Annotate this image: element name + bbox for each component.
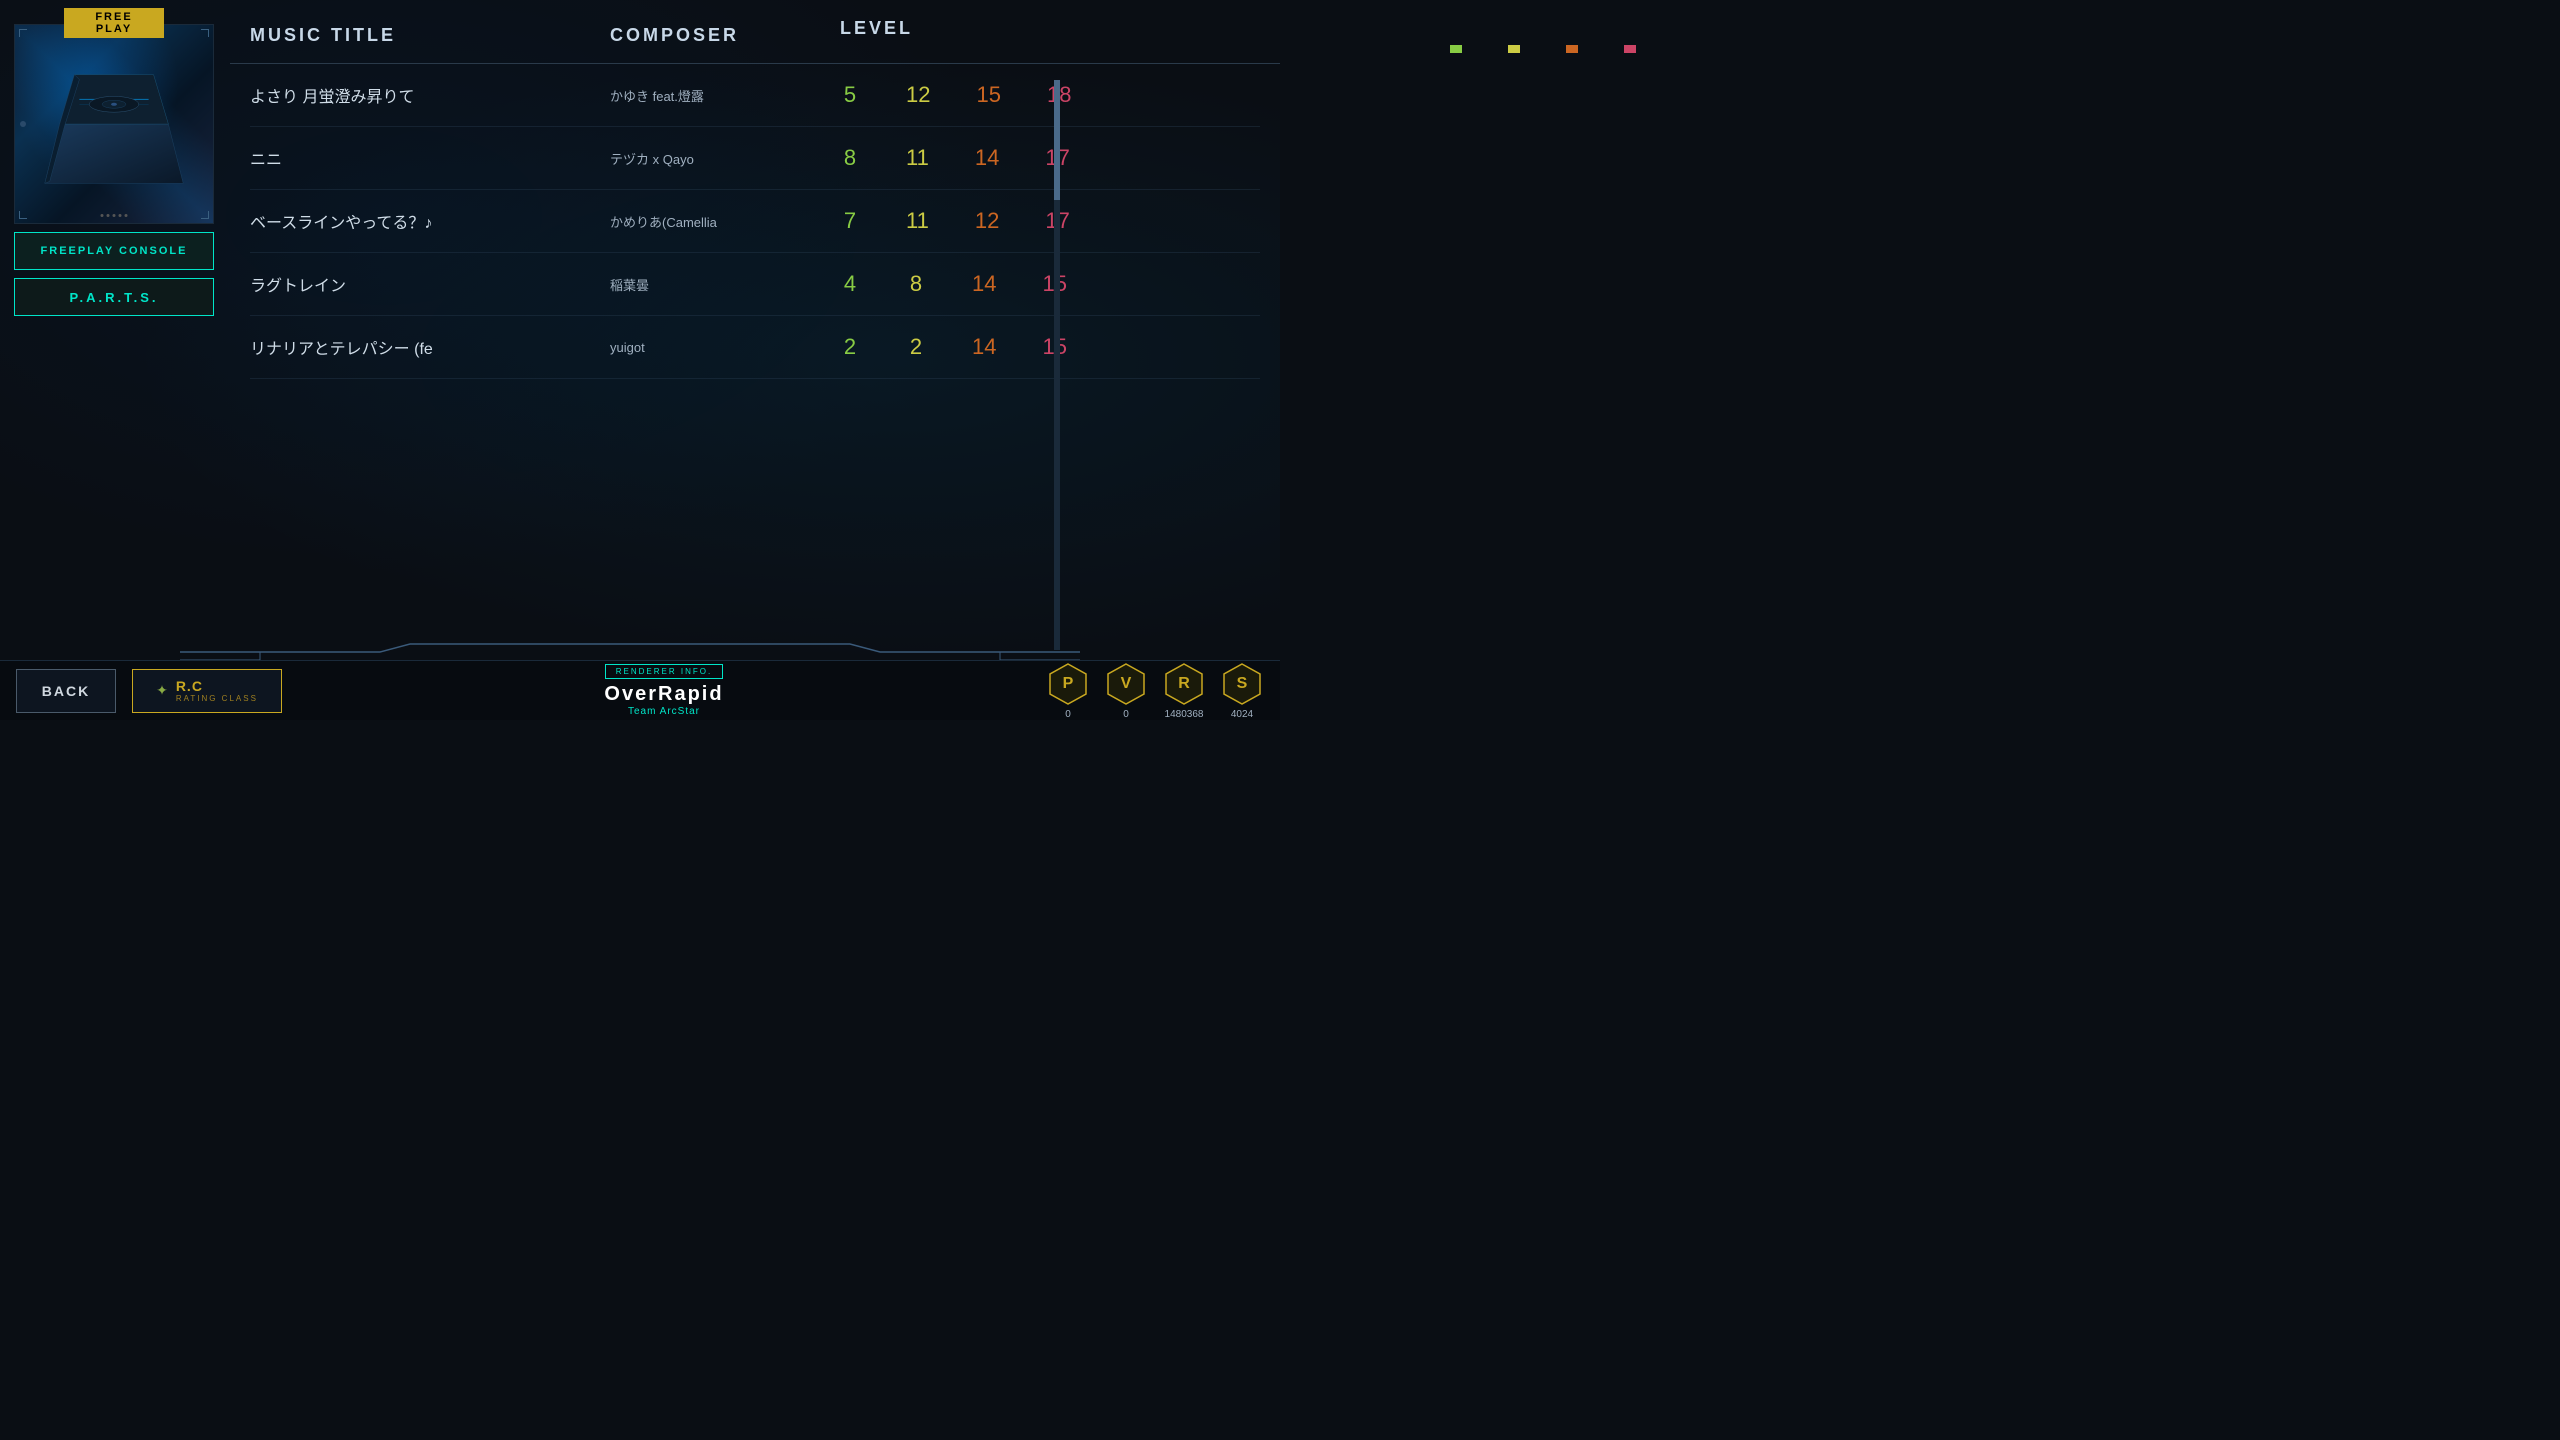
- song-composer-1: かゆき feat.燈露: [610, 86, 840, 105]
- song-title-5: リナリアとテレパシー (fe: [250, 335, 610, 359]
- level-hard-5: 14: [972, 334, 996, 360]
- badge-count-p: 0: [1065, 709, 1071, 720]
- level-hard-2: 14: [975, 145, 999, 171]
- badge-s: S 4024: [1220, 662, 1264, 720]
- column-music-title: MUSIC TITLE: [250, 25, 610, 46]
- side-dot-left: [20, 121, 26, 127]
- badge-v: V 0: [1104, 662, 1148, 720]
- badge-hex-p: P: [1046, 662, 1090, 706]
- level-easy-5: 2: [840, 334, 860, 360]
- badge-p: P 0: [1046, 662, 1090, 720]
- song-levels-4: 4 8 14 15: [840, 271, 1260, 297]
- parts-button[interactable]: P.A.R.T.S.: [14, 278, 214, 316]
- level-dot-pink: [1624, 45, 1636, 53]
- level-normal-3: 11: [906, 208, 929, 234]
- level-easy-3: 7: [840, 208, 860, 234]
- main-content: MUSIC TITLE COMPOSER LEVEL よさり 月蛍澄み昇りて か…: [230, 0, 1280, 660]
- table-header: MUSIC TITLE COMPOSER LEVEL: [230, 0, 1280, 64]
- song-composer-2: テヅカ x Qayo: [610, 149, 840, 168]
- song-levels-1: 5 12 15 18: [840, 82, 1260, 108]
- rc-label: R.C: [176, 678, 203, 694]
- free-play-label: FREE PLAY: [64, 8, 164, 38]
- game-subtitle: Team ArcStar: [628, 706, 700, 717]
- song-row-1[interactable]: よさり 月蛍澄み昇りて かゆき feat.燈露 5 12 15 18: [250, 64, 1260, 127]
- turntable-visual: [25, 45, 203, 213]
- turntable-svg: [25, 44, 203, 214]
- level-hard-3: 12: [975, 208, 999, 234]
- song-title-1: よさり 月蛍澄み昇りて: [250, 83, 610, 107]
- badge-letter-p: P: [1063, 675, 1074, 693]
- level-normal-5: 2: [906, 334, 926, 360]
- level-dot-yellow: [1508, 45, 1520, 53]
- badge-count-r: 1480368: [1165, 709, 1204, 720]
- badge-hex-v: V: [1104, 662, 1148, 706]
- level-hard-1: 15: [976, 82, 1000, 108]
- rating-class-button[interactable]: ✦ R.C RATING CLASS: [132, 669, 282, 713]
- song-levels-3: 7 11 12 17: [840, 208, 1260, 234]
- album-art: [14, 24, 214, 224]
- badge-letter-r: R: [1178, 675, 1190, 693]
- renderer-badge: RENDERER INFO.: [605, 664, 723, 679]
- level-dot-orange: [1566, 45, 1578, 53]
- level-color-indicators: [840, 45, 1636, 53]
- song-title-3: ベースラインやってる？♪: [250, 209, 610, 233]
- badge-letter-s: S: [1237, 675, 1248, 693]
- column-level: LEVEL: [840, 18, 1636, 53]
- level-normal-4: 8: [906, 271, 926, 297]
- scrollbar-thumb[interactable]: [1054, 80, 1060, 200]
- song-composer-5: yuigot: [610, 340, 840, 355]
- song-list: よさり 月蛍澄み昇りて かゆき feat.燈露 5 12 15 18 ニニ テヅ…: [230, 64, 1280, 379]
- game-title: OverRapid: [604, 683, 723, 706]
- song-row-2[interactable]: ニニ テヅカ x Qayo 8 11 14 17: [250, 127, 1260, 190]
- song-composer-4: 稲葉曇: [610, 275, 840, 294]
- frame-dots-bottom: [101, 214, 128, 217]
- level-normal-1: 12: [906, 82, 930, 108]
- badge-count-v: 0: [1123, 709, 1129, 720]
- level-dot-green: [1450, 45, 1462, 53]
- rc-sublabel: RATING CLASS: [176, 694, 258, 703]
- level-easy-2: 8: [840, 145, 860, 171]
- badge-count-s: 4024: [1231, 709, 1253, 720]
- bottom-bar: BACK ✦ R.C RATING CLASS RENDERER INFO. O…: [0, 660, 1280, 720]
- freeplay-console-button[interactable]: FREEPLAY CONSOLE: [14, 232, 214, 270]
- level-easy-4: 4: [840, 271, 860, 297]
- back-button[interactable]: BACK: [16, 669, 116, 713]
- badge-r: R 1480368: [1162, 662, 1206, 720]
- song-row-3[interactable]: ベースラインやってる？♪ かめりあ(Camellia 7 11 12 17: [250, 190, 1260, 253]
- song-levels-2: 8 11 14 17: [840, 145, 1260, 171]
- scrollbar-track[interactable]: [1054, 80, 1060, 650]
- song-composer-3: かめりあ(Camellia: [610, 212, 840, 231]
- badge-letter-v: V: [1121, 675, 1132, 693]
- badges-container: P 0 V 0 R 1480368: [1046, 662, 1264, 720]
- level-hard-4: 14: [972, 271, 996, 297]
- column-composer: COMPOSER: [610, 25, 840, 46]
- rc-icon: ✦: [156, 682, 168, 699]
- badge-hex-r: R: [1162, 662, 1206, 706]
- badge-hex-s: S: [1220, 662, 1264, 706]
- rc-text: R.C RATING CLASS: [176, 678, 258, 703]
- song-title-4: ラグトレイン: [250, 272, 610, 296]
- corner-tl: [19, 29, 27, 37]
- song-title-2: ニニ: [250, 146, 610, 170]
- song-levels-5: 2 2 14 15: [840, 334, 1260, 360]
- center-logo: RENDERER INFO. OverRapid Team ArcStar: [298, 664, 1030, 717]
- left-panel: FREE PLAY: [14, 10, 214, 316]
- level-easy-1: 5: [840, 82, 860, 108]
- song-row-4[interactable]: ラグトレイン 稲葉曇 4 8 14 15: [250, 253, 1260, 316]
- corner-tr: [201, 29, 209, 37]
- level-normal-2: 11: [906, 145, 929, 171]
- song-row-5[interactable]: リナリアとテレパシー (fe yuigot 2 2 14 15: [250, 316, 1260, 379]
